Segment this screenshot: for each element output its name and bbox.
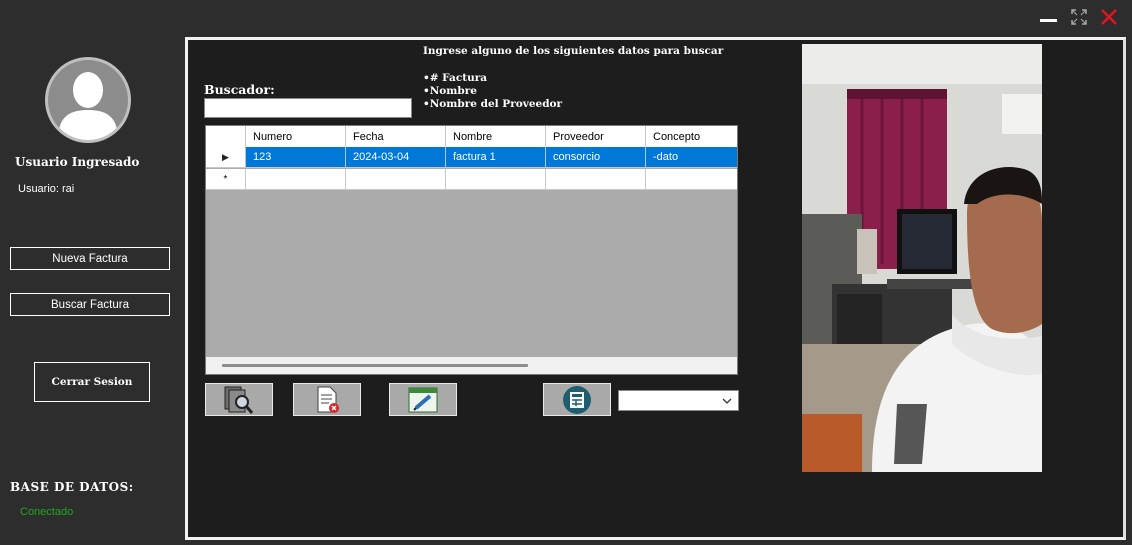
new-row-cell[interactable] — [246, 169, 346, 190]
row-header-corner — [206, 126, 246, 147]
user-photo — [802, 44, 1042, 472]
new-row-cell[interactable] — [346, 169, 446, 190]
new-row-indicator-icon: * — [206, 169, 246, 190]
edit-document-icon — [408, 387, 438, 412]
maximize-icon — [1071, 9, 1087, 25]
cell-numero[interactable]: 123 — [246, 147, 346, 168]
search-invoice-button[interactable] — [205, 383, 273, 416]
calculate-button[interactable] — [543, 383, 611, 416]
column-header[interactable]: Proveedor — [546, 126, 646, 147]
sidebar: Usuario Ingresado Usuario: rai Nueva Fac… — [0, 0, 185, 545]
minimize-icon — [1040, 19, 1057, 22]
delete-document-icon — [317, 386, 339, 413]
minimize-button[interactable] — [1037, 6, 1059, 28]
search-document-icon — [224, 386, 254, 414]
table-row[interactable]: ▶ 123 2024-03-04 factura 1 consorcio -da… — [206, 147, 737, 168]
search-label: Buscador: — [204, 82, 275, 97]
user-section-title: Usuario Ingresado — [15, 155, 140, 169]
search-option: •# Factura — [423, 72, 488, 84]
filter-dropdown[interactable] — [618, 390, 739, 411]
nueva-factura-button[interactable]: Nueva Factura — [10, 247, 170, 270]
column-header[interactable]: Numero — [246, 126, 346, 147]
search-input[interactable] — [204, 98, 412, 118]
scrollbar-thumb[interactable] — [222, 364, 528, 367]
username-label: Usuario: rai — [18, 183, 75, 195]
close-icon — [1101, 9, 1117, 25]
maximize-button[interactable] — [1068, 6, 1090, 28]
search-option: •Nombre del Proveedor — [423, 98, 563, 110]
grid-header: Numero Fecha Nombre Proveedor Concepto — [206, 126, 737, 148]
cell-fecha[interactable]: 2024-03-04 — [346, 147, 446, 168]
database-status: Conectado — [20, 506, 74, 518]
new-row-cell[interactable] — [646, 169, 737, 190]
new-row-cell[interactable] — [546, 169, 646, 190]
new-row-cell[interactable] — [446, 169, 546, 190]
buscar-factura-button[interactable]: Buscar Factura — [10, 293, 170, 316]
close-button[interactable] — [1098, 6, 1120, 28]
main-panel: Ingrese alguno de los siguientes datos p… — [185, 37, 1126, 540]
column-header[interactable]: Fecha — [346, 126, 446, 147]
row-selector-icon[interactable]: ▶ — [206, 147, 246, 168]
search-instruction: Ingrese alguno de los siguientes datos p… — [423, 45, 724, 57]
cell-proveedor[interactable]: consorcio — [546, 147, 646, 168]
cell-concepto[interactable]: -dato — [646, 147, 737, 168]
calculator-icon — [563, 385, 591, 414]
column-header[interactable]: Nombre — [446, 126, 546, 147]
cell-nombre[interactable]: factura 1 — [446, 147, 546, 168]
user-avatar-icon — [45, 57, 131, 143]
database-title: BASE DE DATOS: — [10, 480, 134, 494]
edit-invoice-button[interactable] — [389, 383, 457, 416]
horizontal-scrollbar[interactable] — [206, 357, 737, 374]
search-option: •Nombre — [423, 85, 477, 97]
delete-invoice-button[interactable] — [293, 383, 361, 416]
invoice-grid[interactable]: Numero Fecha Nombre Proveedor Concepto ▶… — [205, 125, 738, 375]
new-row[interactable]: * — [206, 169, 737, 190]
search-options-list: •# Factura •Nombre •Nombre del Proveedor — [423, 72, 562, 111]
chevron-down-icon — [722, 398, 732, 404]
cerrar-sesion-button[interactable]: Cerrar Sesion — [34, 362, 150, 402]
column-header[interactable]: Concepto — [646, 126, 737, 147]
